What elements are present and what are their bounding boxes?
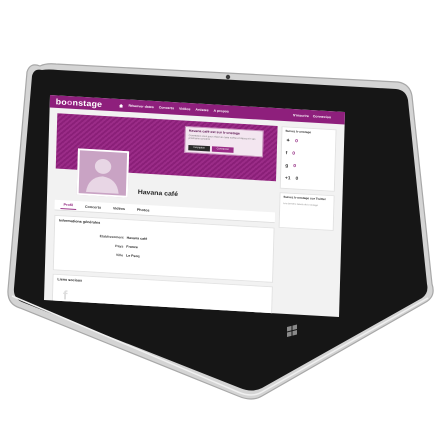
social-links-heading: Liens sociaux bbox=[57, 277, 83, 283]
nav-concerts[interactable]: Concerts bbox=[159, 105, 174, 110]
follow-box: Suivez b-onstage ✦ 0 f0 g0 +1 0 bbox=[279, 126, 337, 192]
info-value: Havana café bbox=[126, 236, 148, 241]
gplus-count: 0 bbox=[295, 176, 299, 182]
google-row[interactable]: g0 bbox=[285, 163, 296, 169]
info-value: France bbox=[126, 244, 138, 250]
twitter-icon: ✦ bbox=[285, 138, 291, 144]
gplus-row[interactable]: +1 0 bbox=[285, 176, 298, 182]
nav-reserver[interactable]: Réserver dates bbox=[128, 104, 153, 110]
twitter-feed-text: Les derniers tweets de b-onstage bbox=[283, 202, 319, 207]
facebook-small-icon: f bbox=[285, 150, 288, 156]
gplus-button-icon: +1 bbox=[284, 175, 291, 182]
tab-photos[interactable]: Photos bbox=[134, 206, 153, 214]
tab-concerts[interactable]: Concerts bbox=[82, 203, 104, 211]
signup-button[interactable]: Inscription bbox=[188, 144, 211, 152]
site-logo[interactable]: boonstage bbox=[56, 97, 103, 109]
facebook-count: 0 bbox=[292, 150, 296, 157]
nav-videos[interactable]: Vidéos bbox=[179, 106, 191, 111]
avatar bbox=[76, 148, 130, 198]
tab-profil[interactable]: Profil bbox=[60, 200, 77, 210]
scene: boonstage Réserver dates Concerts Vidéos… bbox=[0, 0, 440, 440]
screen: boonstage Réserver dates Concerts Vidéos… bbox=[44, 95, 345, 317]
signup-link[interactable]: S'inscrire bbox=[293, 113, 309, 117]
user-silhouette-icon bbox=[85, 159, 119, 194]
auth-links: S'inscrire Connexion bbox=[293, 113, 331, 119]
twitter-feed-heading: Suivez b-onstage sur Twitter bbox=[283, 195, 326, 202]
main-nav: Réserver dates Concerts Vidéos Artistes … bbox=[119, 103, 229, 114]
login-link[interactable]: Connexion bbox=[313, 114, 331, 119]
general-info-heading: Informations générales bbox=[59, 218, 101, 225]
page-title: Havana café bbox=[137, 189, 179, 198]
login-button[interactable]: Connexion bbox=[211, 146, 234, 153]
general-info-panel: Informations générales Etablissement Hava… bbox=[52, 214, 275, 283]
join-box: Havana café est sur b-onstage Connectez-… bbox=[184, 125, 264, 158]
join-subtitle: Connectez-vous pour réserver cette scène… bbox=[188, 134, 256, 142]
nav-apropos[interactable]: A propos bbox=[213, 108, 228, 113]
follow-heading: Suivez b-onstage bbox=[285, 129, 312, 135]
home-icon[interactable] bbox=[119, 103, 124, 108]
info-label: Etablissement bbox=[99, 234, 124, 240]
info-row: Etablissement Havana café bbox=[94, 234, 148, 241]
google-count: 0 bbox=[293, 163, 297, 169]
twitter-feed-box: Suivez b-onstage sur Twitter Les dernier… bbox=[278, 192, 335, 231]
nav-artistes[interactable]: Artistes bbox=[195, 107, 208, 112]
info-label: Pays bbox=[115, 244, 124, 249]
facebook-icon[interactable]: f bbox=[63, 288, 75, 303]
info-value: Le Pecq bbox=[126, 253, 140, 259]
twitter-count: 0 bbox=[295, 138, 298, 145]
facebook-row[interactable]: f0 bbox=[286, 151, 295, 157]
screen-area: boonstage Réserver dates Concerts Vidéos… bbox=[0, 0, 440, 440]
tab-videos[interactable]: Vidéos bbox=[110, 204, 128, 212]
google-plus-icon: g bbox=[285, 163, 289, 169]
info-row: Ville Le Pecq bbox=[94, 252, 140, 258]
info-label: Ville bbox=[115, 253, 124, 258]
twitter-row[interactable]: ✦ 0 bbox=[286, 138, 298, 144]
info-row: Pays France bbox=[94, 243, 138, 249]
right-sidebar: Suivez b-onstage ✦ 0 f0 g0 +1 0 Suivez b… bbox=[276, 126, 337, 316]
